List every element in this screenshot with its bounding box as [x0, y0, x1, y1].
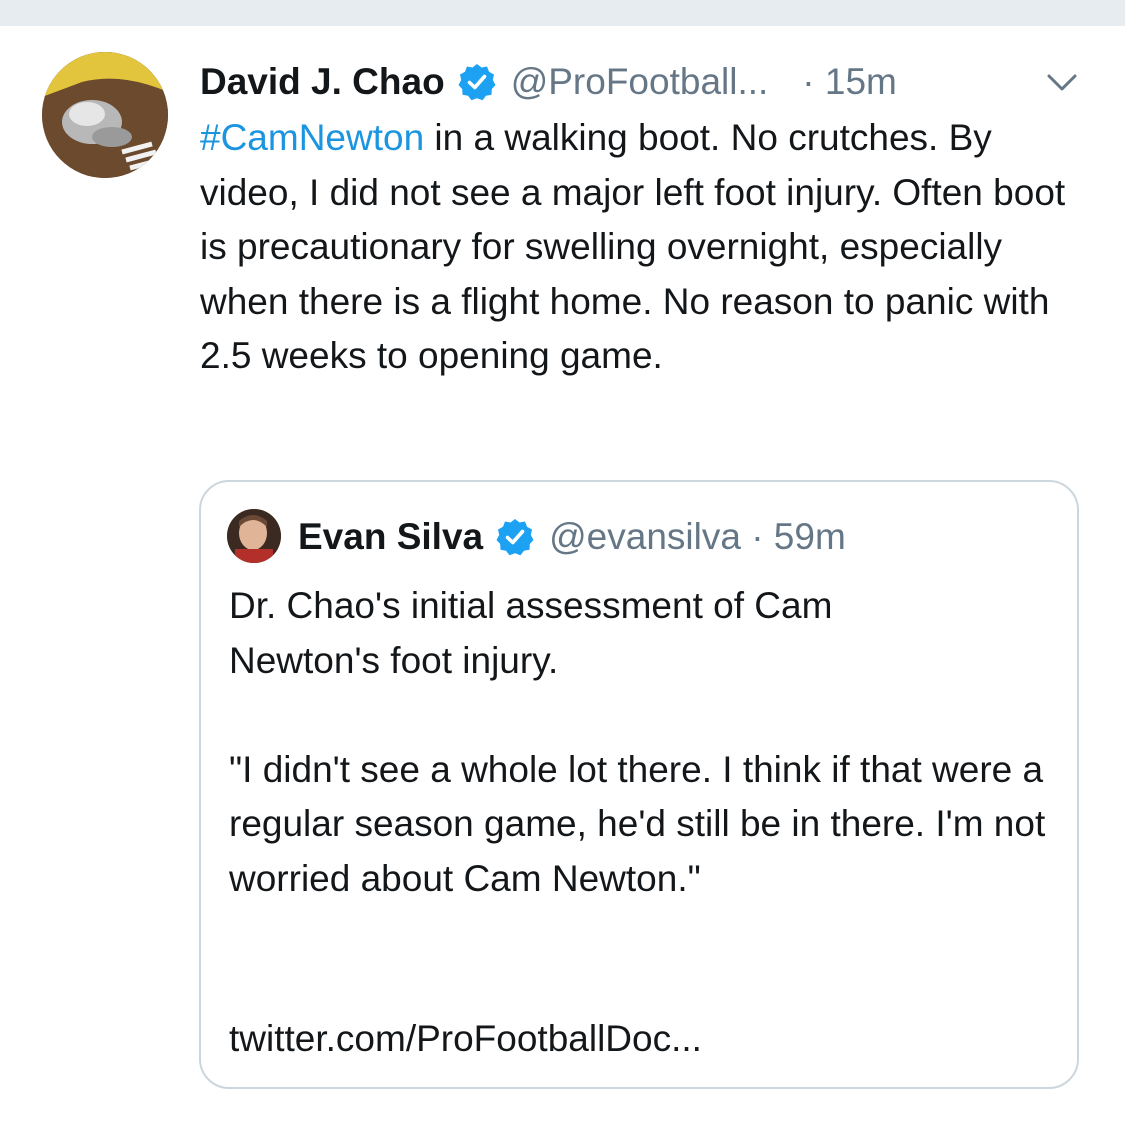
- verified-badge-icon: [496, 519, 534, 556]
- tweet-body: #CamNewton in a walking boot. No crutche…: [200, 111, 1100, 384]
- quoted-tweet-link[interactable]: twitter.com/ProFootballDoc...: [229, 1012, 702, 1067]
- author-name[interactable]: David J. Chao: [200, 61, 445, 103]
- author-avatar[interactable]: [42, 52, 168, 178]
- quoted-author-handle-time: @evansilva · 59m: [549, 516, 846, 557]
- tweet-header: David J. Chao @ProFootball... · 15m: [200, 56, 897, 108]
- quoted-paragraph-1: Dr. Chao's initial assessment of Cam New…: [229, 585, 833, 681]
- verified-badge-icon: [458, 64, 496, 101]
- quoted-author-name: Evan Silva: [298, 516, 484, 557]
- chevron-down-icon[interactable]: [1045, 66, 1079, 100]
- quoted-tweet-header: Evan Silva @evansilva · 59m: [298, 512, 846, 562]
- hashtag-link[interactable]: #CamNewton: [200, 117, 424, 158]
- author-handle[interactable]: @ProFootball...: [511, 61, 769, 103]
- quoted-tweet-body: Dr. Chao's initial assessment of Cam New…: [229, 579, 1069, 906]
- quoted-author-avatar: [227, 509, 281, 563]
- quoted-paragraph-2: "I didn't see a whole lot there. I think…: [229, 748, 1046, 899]
- top-separator: [0, 0, 1125, 26]
- avatar-image-icon: [42, 52, 168, 178]
- avatar-image-icon: [227, 509, 281, 563]
- tweet-timestamp[interactable]: · 15m: [802, 61, 897, 103]
